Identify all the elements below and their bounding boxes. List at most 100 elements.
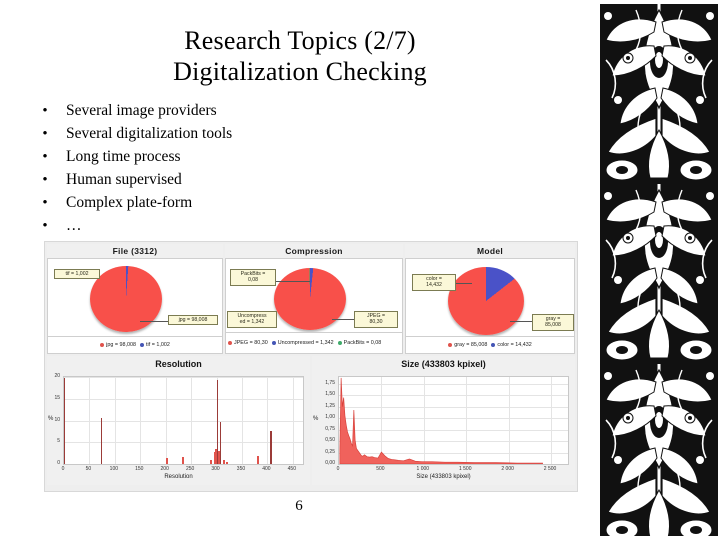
area-series: [339, 377, 543, 464]
pie-panel-row: File (3312) tif = 1,002 jpg = 98,008 jpg…: [45, 242, 577, 354]
bullet-marker-icon: •: [42, 195, 48, 211]
x-axis-tick: 250: [185, 466, 195, 472]
gridline-horizontal: [64, 377, 303, 378]
x-axis-tick: 500: [376, 466, 385, 472]
y-axis-tick: 0,50: [325, 437, 335, 444]
compression-pie-chart: PackBits = 0,08 Uncompress ed = 1,342 JP…: [226, 259, 402, 332]
legend-label: gray = 85,008: [454, 342, 488, 348]
y-axis-tick: 1,25: [325, 402, 335, 409]
bullet-item: • Human supervised: [24, 168, 444, 191]
model-callout-color: color = 14,432: [412, 274, 456, 291]
file-pie: [90, 266, 162, 332]
x-axis-tick: 200: [160, 466, 169, 472]
y-axis-tick: 5: [57, 438, 60, 445]
panel-file: File (3312) tif = 1,002 jpg = 98,008 jpg…: [47, 244, 223, 354]
legend-swatch-icon: [271, 341, 276, 345]
x-axis-label: Resolution: [164, 474, 193, 480]
x-axis-tick: 1 500: [458, 466, 472, 472]
bullet-text: Human supervised: [66, 171, 182, 188]
plot-area: [338, 376, 569, 465]
x-axis-tick: 150: [135, 466, 144, 472]
histogram-bar: [181, 457, 184, 464]
slide: Research Topics (2/7) Digitalization Che…: [0, 0, 598, 540]
y-axis-label: %: [48, 415, 54, 422]
legend-entry: jpg = 98,008: [100, 341, 136, 349]
bullet-marker-icon: •: [42, 149, 48, 165]
compression-callout-uncompressed: Uncompress ed = 1,342: [227, 311, 277, 328]
legend-entry: gray = 85,008: [448, 341, 487, 349]
bullet-item: • Complex plate-form: [24, 191, 444, 214]
panel-compression-title: Compression: [225, 244, 403, 258]
legend-label: PackBits = 0,08: [343, 340, 382, 346]
legend-swatch-icon: [228, 341, 232, 345]
bullet-item: • Several digitalization tools: [24, 122, 444, 145]
panel-model-plot: color = 14,432 gray = 85,008: [405, 258, 575, 337]
legend-label: color = 14,432: [497, 342, 532, 348]
legend-entry: Uncompressed = 1,342: [271, 339, 334, 347]
panel-model-title: Model: [405, 244, 575, 258]
histogram-bar: [257, 456, 260, 464]
chart-resolution-area: 0 50 100 150 200 250 300 350 400 450 0 5 10 15 20 Resol…: [47, 372, 310, 485]
compression-callout-jpeg: JPEG = 80,30: [354, 311, 398, 328]
bullet-text: Several digitalization tools: [66, 125, 233, 142]
x-axis-tick: 2 000: [501, 466, 514, 472]
ornamental-border-pattern: [598, 0, 720, 540]
legend-swatch-icon: [448, 343, 453, 347]
panel-model: Model color = 14,432 gray = 85,008 gray …: [405, 244, 575, 354]
chart-resolution-title: Resolution: [155, 359, 202, 369]
legend-label: tif = 1,002: [146, 342, 170, 348]
title-line-2: Digitalization Checking: [173, 56, 427, 86]
y-axis-tick: 20: [54, 373, 60, 379]
file-callout-tif: tif = 1,002: [54, 269, 100, 280]
y-axis-tick: 0,00: [325, 460, 335, 466]
y-axis-tick: 0: [57, 460, 60, 466]
x-axis-tick: 100: [109, 466, 119, 472]
legend-swatch-icon: [337, 341, 342, 345]
panel-file-legend: jpg = 98,008 tif = 1,002: [47, 337, 223, 354]
legend-swatch-icon: [140, 343, 144, 347]
compression-pie: [274, 268, 346, 330]
panel-compression-plot: PackBits = 0,08 Uncompress ed = 1,342 JP…: [225, 258, 403, 333]
panel-file-plot: tif = 1,002 jpg = 98,008: [47, 258, 223, 337]
bullet-item: • Several image providers: [24, 99, 444, 122]
bullet-text: Complex plate-form: [66, 194, 193, 211]
x-axis-tick: 0: [336, 466, 340, 472]
page-title: Research Topics (2/7) Digitalization Che…: [60, 26, 540, 87]
y-axis-tick: 1,75: [325, 379, 335, 386]
histogram-bar: [64, 377, 66, 464]
compression-callout-packbits: PackBits = 0,08: [230, 269, 276, 286]
bullet-marker-icon: •: [42, 172, 48, 188]
model-pie: [448, 267, 524, 335]
bullet-text: …: [66, 217, 82, 234]
x-axis-tick: 300: [211, 466, 220, 472]
compression-leader-packbits: [270, 281, 310, 282]
bullet-marker-icon: •: [42, 218, 48, 234]
y-axis-label: %: [313, 415, 319, 422]
x-axis-tick: 350: [236, 466, 246, 472]
x-axis-tick: 1 000: [416, 466, 430, 472]
ornamental-border: [598, 0, 720, 540]
y-axis-tick: 1,50: [325, 391, 335, 398]
bullet-marker-icon: •: [42, 103, 48, 119]
bullet-marker-icon: •: [42, 126, 48, 142]
legend-label: jpg = 98,008: [106, 342, 136, 348]
chart-size-title: Size (433803 kpixel): [401, 359, 486, 369]
page-number: 6: [295, 498, 303, 514]
y-axis-tick: 0,25: [325, 448, 335, 455]
y-axis-tick: 15: [54, 394, 60, 401]
chart-size-area: 0 500 1 000 1 500 2 000 2 500 0,00 0,25 0,50 0,75…: [312, 372, 575, 485]
x-axis-tick: 450: [287, 466, 296, 472]
x-axis-tick: 400: [262, 466, 271, 472]
chart-size: Size (433803 kpixel) 0 500 1 000 1 500 2 000…: [312, 356, 575, 485]
histogram-bar: [222, 459, 225, 464]
histogram-bar: [225, 461, 228, 464]
x-axis-tick: 0: [61, 466, 65, 472]
x-axis-tick: 50: [85, 466, 92, 472]
file-pie-chart: tif = 1,002 jpg = 98,008: [48, 259, 222, 336]
histogram-row: Resolution 0 50 100 150 200 250 300 350 400 450 0 5…: [45, 354, 577, 487]
histogram-bar: [219, 421, 221, 464]
legend-entry: PackBits = 0,08: [337, 339, 382, 347]
legend-swatch-icon: [491, 343, 496, 347]
title-line-1: Research Topics (2/7): [184, 26, 416, 55]
histogram-bar: [165, 458, 168, 464]
